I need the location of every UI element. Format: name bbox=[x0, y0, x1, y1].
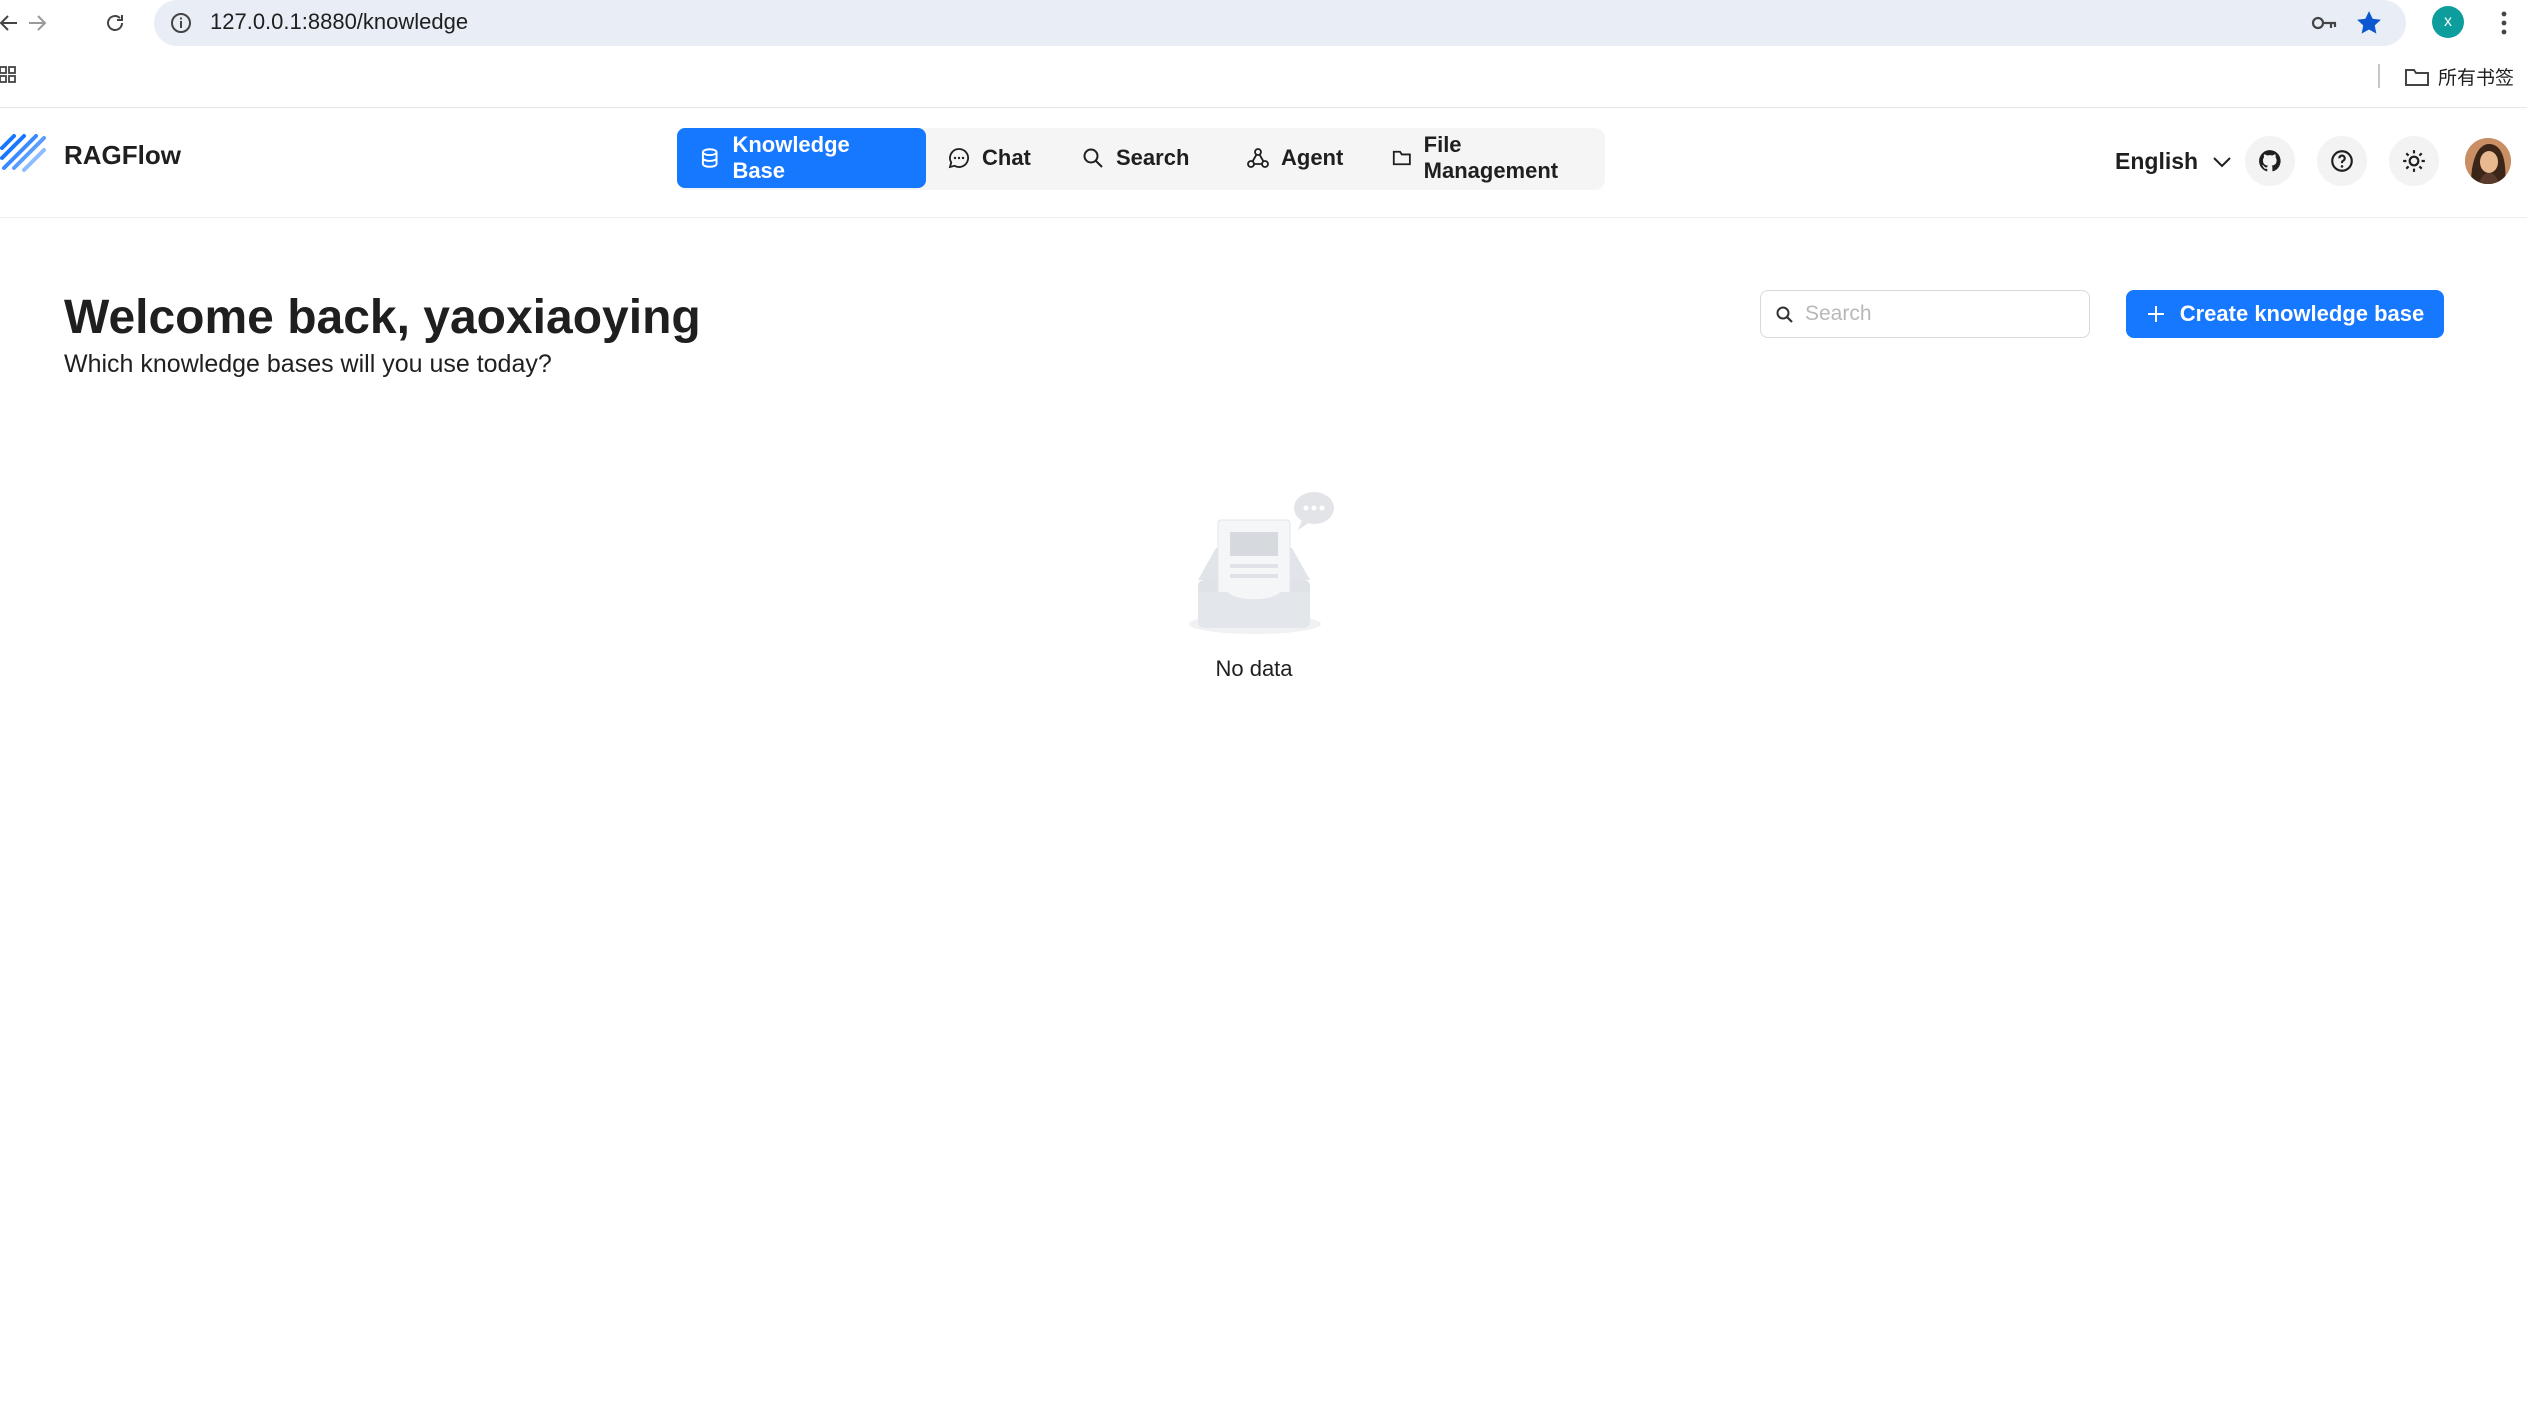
ragflow-logo-icon[interactable] bbox=[0, 128, 48, 176]
url-text[interactable]: 127.0.0.1:8880/knowledge bbox=[210, 9, 468, 35]
language-selector[interactable]: English bbox=[2115, 148, 2232, 175]
nav-chat-label: Chat bbox=[982, 145, 1031, 170]
page-subtitle: Which knowledge bases will you use today… bbox=[64, 350, 552, 378]
create-knowledge-base-label: Create knowledge base bbox=[2179, 301, 2425, 326]
nav-file-management[interactable]: File Management bbox=[1370, 128, 1605, 188]
nav-knowledge-base-label: Knowledge Base bbox=[732, 132, 850, 183]
reload-button[interactable] bbox=[98, 6, 132, 40]
profile-initial: x bbox=[2444, 13, 2452, 30]
nav-search-label: Search bbox=[1116, 145, 1190, 170]
create-knowledge-base-button[interactable]: Create knowledge base bbox=[2126, 290, 2444, 338]
brand-name[interactable]: RAGFlow bbox=[64, 140, 181, 171]
forward-button[interactable] bbox=[20, 6, 54, 40]
bookmark-star-icon[interactable] bbox=[2354, 8, 2384, 38]
bookmarks-divider bbox=[2378, 64, 2380, 88]
agent-icon bbox=[1247, 148, 1269, 168]
user-photo-icon bbox=[2465, 138, 2511, 184]
nav-search[interactable]: Search bbox=[1060, 128, 1211, 188]
nav-chat[interactable]: Chat bbox=[926, 128, 1053, 188]
app-header: RAGFlow Knowledge Base Chat Search Agent… bbox=[0, 108, 2527, 218]
password-key-icon[interactable] bbox=[2310, 10, 2338, 36]
folder-icon bbox=[2405, 68, 2429, 86]
search-icon bbox=[1083, 148, 1103, 168]
question-circle-icon bbox=[2331, 150, 2353, 172]
empty-state-text: No data bbox=[1215, 656, 1293, 681]
profile-avatar[interactable]: x bbox=[2432, 6, 2464, 38]
github-icon bbox=[2259, 150, 2281, 172]
browser-toolbar: 127.0.0.1:8880/knowledge x bbox=[0, 0, 2527, 46]
nav-agent-label: Agent bbox=[1281, 145, 1344, 170]
reload-icon bbox=[107, 15, 123, 31]
user-avatar[interactable] bbox=[2465, 138, 2511, 184]
nav-agent[interactable]: Agent bbox=[1225, 128, 1365, 188]
arrow-right-icon bbox=[29, 15, 47, 31]
address-bar[interactable]: 127.0.0.1:8880/knowledge bbox=[154, 0, 2406, 46]
nav-knowledge-base[interactable]: Knowledge Base bbox=[677, 128, 926, 188]
language-label: English bbox=[2115, 148, 2199, 174]
arrow-left-icon bbox=[0, 15, 17, 31]
chevron-down-icon bbox=[2213, 156, 2231, 167]
theme-toggle-button[interactable] bbox=[2389, 136, 2439, 186]
plus-icon bbox=[2147, 306, 2164, 322]
sun-icon bbox=[2403, 150, 2425, 172]
main-nav: Knowledge Base Chat Search Agent File Ma… bbox=[677, 128, 1605, 190]
database-icon bbox=[701, 148, 718, 168]
nav-file-management-label: File Management bbox=[1423, 132, 1559, 183]
knowledge-search[interactable] bbox=[1760, 290, 2090, 338]
empty-inbox-icon bbox=[1189, 492, 1334, 634]
site-info-icon[interactable] bbox=[168, 10, 194, 36]
search-icon bbox=[1776, 306, 1793, 323]
folder-icon bbox=[1392, 150, 1411, 166]
page-title: Welcome back, yaoxiaoying bbox=[64, 291, 701, 344]
all-bookmarks-label: 所有书签 bbox=[2438, 68, 2515, 89]
github-button[interactable] bbox=[2245, 136, 2295, 186]
help-button[interactable] bbox=[2317, 136, 2367, 186]
more-options-icon[interactable] bbox=[2494, 6, 2514, 40]
chat-icon bbox=[948, 148, 969, 169]
all-bookmarks-folder[interactable]: 所有书签 bbox=[2404, 63, 2514, 90]
apps-grid-icon[interactable] bbox=[0, 66, 18, 84]
search-input[interactable] bbox=[1805, 299, 2075, 329]
bookmarks-bar: 所有书签 bbox=[0, 46, 2527, 108]
